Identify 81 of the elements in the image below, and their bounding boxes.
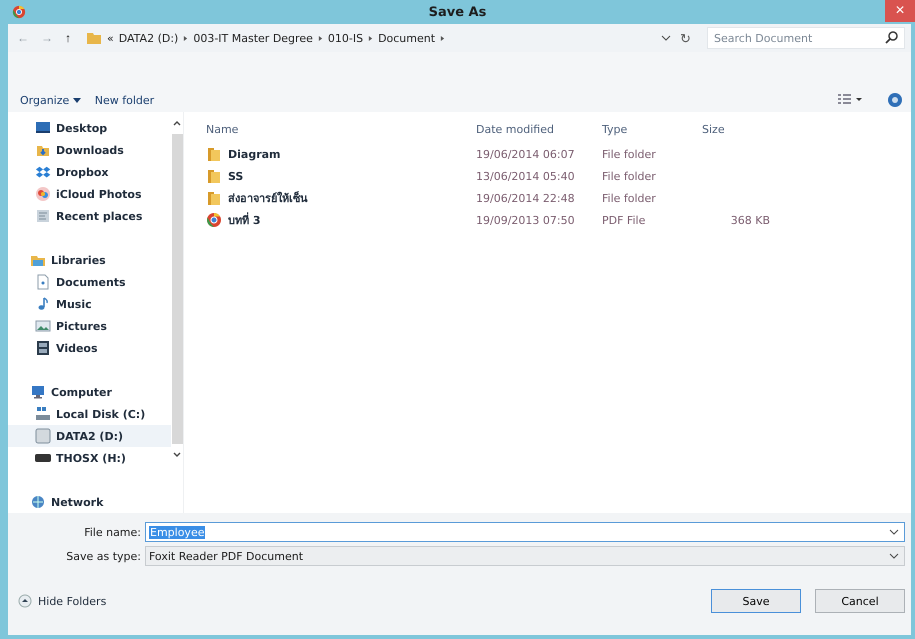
file-name[interactable]: SS	[228, 170, 244, 182]
chevron-right-icon[interactable]	[318, 34, 323, 42]
cancel-button[interactable]: Cancel	[815, 589, 905, 613]
computer-icon	[30, 384, 46, 400]
date-cell-text: 19/06/2014 06:07	[476, 148, 576, 160]
scroll-up-icon[interactable]	[173, 120, 181, 126]
view-options-icon[interactable]	[837, 93, 863, 107]
field-label: Save as type:	[65, 550, 141, 562]
date-cell-text: 19/06/2014 22:48	[476, 192, 576, 204]
document-icon	[35, 274, 51, 290]
navigation-item[interactable]: Libraries	[8, 249, 171, 271]
type-cell-text: File folder	[602, 170, 657, 182]
refresh-button[interactable]: ↻	[676, 30, 695, 46]
recent-places-icon	[35, 208, 51, 224]
navigation-item[interactable]: Desktop	[8, 117, 171, 139]
type-cell-text: File folder	[602, 148, 657, 160]
type-cell-text: PDF File	[602, 214, 646, 226]
caret-icon	[72, 98, 81, 103]
file-name[interactable]: บทที่ 3	[228, 211, 260, 229]
browser-icon	[12, 5, 26, 19]
column-header[interactable]: Date modified	[476, 122, 602, 136]
navigation-item[interactable]: Recent places	[8, 205, 171, 227]
navigation-item[interactable]: iCloud Photos	[8, 183, 171, 205]
breadcrumb[interactable]: DATA2 (D:)	[118, 32, 178, 44]
navigation-item[interactable]: Downloads	[8, 139, 171, 161]
folder-icon	[206, 168, 222, 184]
search-icon	[884, 30, 900, 46]
dropdown-icon[interactable]	[889, 553, 899, 559]
window-title: Save As	[428, 4, 486, 20]
date-cell-text: 13/06/2014 05:40	[476, 170, 576, 182]
type-cell-text: File folder	[602, 192, 657, 204]
desktop-icon	[35, 120, 51, 136]
scroll-down-icon[interactable]	[173, 452, 181, 458]
date-cell-text: 19/09/2013 07:50	[476, 214, 576, 226]
folder-icon	[206, 190, 222, 206]
navigation-item[interactable]: Music	[8, 293, 171, 315]
navigation-item[interactable]: THOSX (H:)	[8, 447, 171, 469]
navigation-item[interactable]: Videos	[8, 337, 171, 359]
size-cell-text: 368 KB	[730, 214, 770, 226]
navigation-item[interactable]: Documents	[8, 271, 171, 293]
address-bar[interactable]: « DATA2 (D:) 003-IT Master Degree 010-IS Document ↻	[80, 27, 701, 49]
new-folder-button[interactable]: New folder	[94, 94, 154, 106]
disk-icon	[35, 406, 51, 422]
column-header[interactable]: Type	[602, 122, 702, 136]
column-header[interactable]: Name	[206, 122, 476, 136]
network-icon	[30, 494, 46, 510]
navigation-item[interactable]: Local Disk (C:)	[8, 403, 171, 425]
folder-icon	[206, 146, 222, 162]
chevron-right-icon[interactable]	[368, 34, 374, 42]
breadcrumb[interactable]: Document	[378, 32, 436, 44]
overflow-chevron[interactable]: «	[107, 32, 114, 44]
breadcrumb[interactable]: 003-IT Master Degree	[193, 32, 313, 44]
close-button[interactable]: ×	[885, 0, 915, 22]
navigation-item[interactable]: Pictures	[8, 315, 171, 337]
up-button[interactable]: ↑	[62, 31, 74, 45]
collapse-icon	[18, 594, 32, 608]
hide-folders-button[interactable]: Hide Folders	[18, 594, 106, 608]
file-name[interactable]: Diagram	[228, 148, 281, 160]
navigation-item[interactable]: Computer	[8, 381, 171, 403]
browser-icon	[206, 212, 222, 228]
breadcrumb[interactable]: 010-IS	[328, 32, 364, 44]
dropdown-icon[interactable]	[661, 35, 671, 41]
organize-menu[interactable]: Organize	[20, 94, 81, 106]
navigation-item[interactable]: DATA2 (D:)	[8, 425, 171, 447]
picture-icon	[35, 318, 51, 334]
save-button[interactable]: Save	[711, 589, 801, 613]
dropdown-icon[interactable]	[889, 529, 899, 535]
navigation-item[interactable]: Dropbox	[8, 161, 171, 183]
drive-icon	[35, 428, 51, 444]
dropbox-icon	[35, 164, 51, 180]
chevron-right-icon[interactable]	[440, 34, 446, 42]
navigation-item[interactable]: Network	[8, 491, 171, 513]
search-field[interactable]: Search Document	[707, 27, 905, 49]
save-type-dropdown[interactable]: Foxit Reader PDF Document	[145, 546, 905, 566]
field-label: File name:	[83, 526, 141, 538]
chevron-right-icon[interactable]	[183, 34, 188, 42]
film-icon	[35, 340, 51, 356]
column-header[interactable]: Size	[702, 122, 792, 136]
photos-icon	[35, 186, 51, 202]
folder-icon	[86, 30, 102, 46]
file-name[interactable]: ส่งอาจารย์ให้เซ็น	[228, 189, 308, 207]
